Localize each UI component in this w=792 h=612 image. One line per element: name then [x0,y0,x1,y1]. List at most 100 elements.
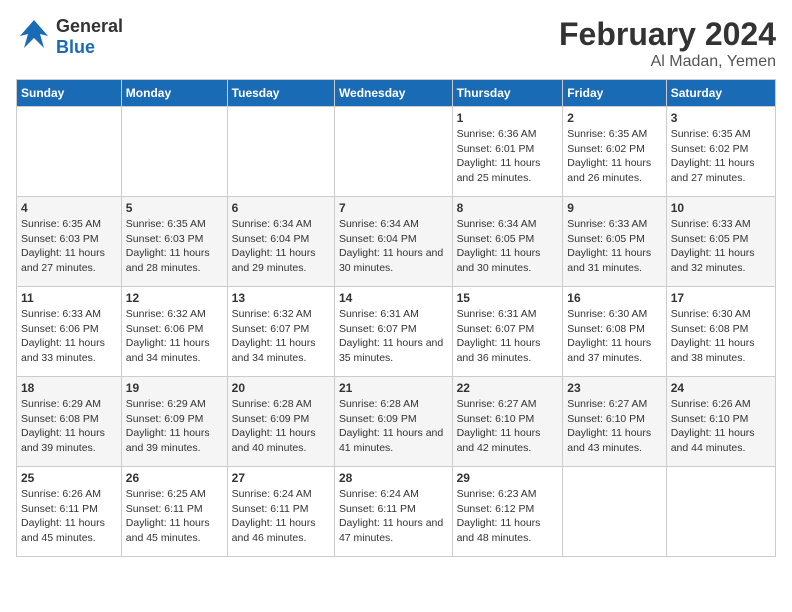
week-row-1: 1 Sunrise: 6:36 AMSunset: 6:01 PMDaylight… [17,107,776,197]
day-detail: Sunrise: 6:36 AMSunset: 6:01 PMDaylight:… [457,127,559,186]
logo-general: General [56,16,123,36]
day-detail: Sunrise: 6:26 AMSunset: 6:10 PMDaylight:… [671,397,771,456]
calendar-cell: 29Sunrise: 6:23 AMSunset: 6:12 PMDayligh… [452,467,563,557]
logo-blue: Blue [56,37,95,57]
day-detail: Sunrise: 6:35 AMSunset: 6:03 PMDaylight:… [126,217,223,276]
day-detail: Sunrise: 6:32 AMSunset: 6:06 PMDaylight:… [126,307,223,366]
weekday-header-saturday: Saturday [666,80,775,107]
calendar-cell: 3 Sunrise: 6:35 AMSunset: 6:02 PMDaylight… [666,107,775,197]
day-number: 3 [671,111,771,125]
day-number: 28 [339,471,448,485]
calendar-cell: 11Sunrise: 6:33 AMSunset: 6:06 PMDayligh… [17,287,122,377]
logo-bird-icon [16,16,52,58]
day-number: 10 [671,201,771,215]
day-number: 23 [567,381,661,395]
calendar-table: SundayMondayTuesdayWednesdayThursdayFrid… [16,79,776,557]
weekday-header-tuesday: Tuesday [227,80,334,107]
calendar-cell: 24 Sunrise: 6:26 AMSunset: 6:10 PMDayligh… [666,377,775,467]
month-year-title: February 2024 [559,16,776,53]
day-number: 6 [232,201,330,215]
day-number: 7 [339,201,448,215]
day-number: 27 [232,471,330,485]
weekday-header-friday: Friday [563,80,666,107]
calendar-cell: 16Sunrise: 6:30 AMSunset: 6:08 PMDayligh… [563,287,666,377]
logo: General Blue [16,16,123,58]
day-detail: Sunrise: 6:30 AMSunset: 6:08 PMDaylight:… [567,307,661,366]
day-detail: Sunrise: 6:28 AMSunset: 6:09 PMDaylight:… [232,397,330,456]
calendar-cell: 2Sunrise: 6:35 AMSunset: 6:02 PMDaylight… [563,107,666,197]
calendar-cell: 6Sunrise: 6:34 AMSunset: 6:04 PMDaylight… [227,197,334,287]
calendar-cell: 20 Sunrise: 6:28 AMSunset: 6:09 PMDayligh… [227,377,334,467]
location-subtitle: Al Madan, Yemen [559,53,776,71]
week-row-2: 4 Sunrise: 6:35 AMSunset: 6:03 PMDaylight… [17,197,776,287]
day-detail: Sunrise: 6:31 AMSunset: 6:07 PMDaylight:… [339,307,448,366]
weekday-header-thursday: Thursday [452,80,563,107]
day-number: 20 [232,381,330,395]
day-detail: Sunrise: 6:28 AMSunset: 6:09 PMDaylight:… [339,397,448,456]
day-number: 17 [671,291,771,305]
day-detail: Sunrise: 6:33 AMSunset: 6:05 PMDaylight:… [671,217,771,276]
day-detail: Sunrise: 6:27 AMSunset: 6:10 PMDaylight:… [567,397,661,456]
day-detail: Sunrise: 6:32 AMSunset: 6:07 PMDaylight:… [232,307,330,366]
calendar-cell: 28Sunrise: 6:24 AMSunset: 6:11 PMDayligh… [334,467,452,557]
weekday-header-monday: Monday [121,80,227,107]
day-detail: Sunrise: 6:30 AMSunset: 6:08 PMDaylight:… [671,307,771,366]
day-detail: Sunrise: 6:35 AMSunset: 6:02 PMDaylight:… [567,127,661,186]
calendar-cell [121,107,227,197]
calendar-cell [17,107,122,197]
day-detail: Sunrise: 6:23 AMSunset: 6:12 PMDaylight:… [457,487,559,546]
calendar-cell: 4 Sunrise: 6:35 AMSunset: 6:03 PMDaylight… [17,197,122,287]
calendar-cell: 9 Sunrise: 6:33 AMSunset: 6:05 PMDaylight… [563,197,666,287]
day-number: 1 [457,111,559,125]
calendar-cell: 25 Sunrise: 6:26 AMSunset: 6:11 PMDayligh… [17,467,122,557]
day-number: 14 [339,291,448,305]
week-row-5: 25 Sunrise: 6:26 AMSunset: 6:11 PMDayligh… [17,467,776,557]
calendar-cell: 26Sunrise: 6:25 AMSunset: 6:11 PMDayligh… [121,467,227,557]
day-number: 11 [21,291,117,305]
week-row-4: 18 Sunrise: 6:29 AMSunset: 6:08 PMDayligh… [17,377,776,467]
day-detail: Sunrise: 6:34 AMSunset: 6:05 PMDaylight:… [457,217,559,276]
calendar-cell [563,467,666,557]
calendar-cell: 17 Sunrise: 6:30 AMSunset: 6:08 PMDayligh… [666,287,775,377]
day-number: 19 [126,381,223,395]
calendar-cell: 10 Sunrise: 6:33 AMSunset: 6:05 PMDayligh… [666,197,775,287]
day-detail: Sunrise: 6:33 AMSunset: 6:05 PMDaylight:… [567,217,661,276]
day-detail: Sunrise: 6:35 AMSunset: 6:02 PMDaylight:… [671,127,771,186]
day-number: 18 [21,381,117,395]
day-detail: Sunrise: 6:35 AMSunset: 6:03 PMDaylight:… [21,217,117,276]
calendar-cell: 7 Sunrise: 6:34 AMSunset: 6:04 PMDaylight… [334,197,452,287]
day-number: 12 [126,291,223,305]
title-block: February 2024 Al Madan, Yemen [559,16,776,71]
day-detail: Sunrise: 6:24 AMSunset: 6:11 PMDaylight:… [232,487,330,546]
day-number: 8 [457,201,559,215]
day-detail: Sunrise: 6:27 AMSunset: 6:10 PMDaylight:… [457,397,559,456]
day-detail: Sunrise: 6:31 AMSunset: 6:07 PMDaylight:… [457,307,559,366]
day-number: 15 [457,291,559,305]
week-row-3: 11Sunrise: 6:33 AMSunset: 6:06 PMDayligh… [17,287,776,377]
day-number: 9 [567,201,661,215]
day-number: 5 [126,201,223,215]
day-number: 13 [232,291,330,305]
calendar-cell [666,467,775,557]
calendar-cell: 18 Sunrise: 6:29 AMSunset: 6:08 PMDayligh… [17,377,122,467]
day-number: 26 [126,471,223,485]
day-number: 21 [339,381,448,395]
day-number: 4 [21,201,117,215]
day-detail: Sunrise: 6:29 AMSunset: 6:08 PMDaylight:… [21,397,117,456]
day-number: 25 [21,471,117,485]
day-number: 22 [457,381,559,395]
calendar-cell [227,107,334,197]
logo-text: General Blue [56,16,123,58]
calendar-cell: 8 Sunrise: 6:34 AMSunset: 6:05 PMDaylight… [452,197,563,287]
calendar-cell: 22 Sunrise: 6:27 AMSunset: 6:10 PMDayligh… [452,377,563,467]
calendar-cell: 27 Sunrise: 6:24 AMSunset: 6:11 PMDayligh… [227,467,334,557]
day-detail: Sunrise: 6:34 AMSunset: 6:04 PMDaylight:… [339,217,448,276]
calendar-cell: 12 Sunrise: 6:32 AMSunset: 6:06 PMDayligh… [121,287,227,377]
weekday-header-wednesday: Wednesday [334,80,452,107]
calendar-cell: 14 Sunrise: 6:31 AMSunset: 6:07 PMDayligh… [334,287,452,377]
calendar-cell: 5 Sunrise: 6:35 AMSunset: 6:03 PMDaylight… [121,197,227,287]
calendar-cell: 23 Sunrise: 6:27 AMSunset: 6:10 PMDayligh… [563,377,666,467]
day-detail: Sunrise: 6:26 AMSunset: 6:11 PMDaylight:… [21,487,117,546]
calendar-cell: 19Sunrise: 6:29 AMSunset: 6:09 PMDayligh… [121,377,227,467]
day-number: 24 [671,381,771,395]
